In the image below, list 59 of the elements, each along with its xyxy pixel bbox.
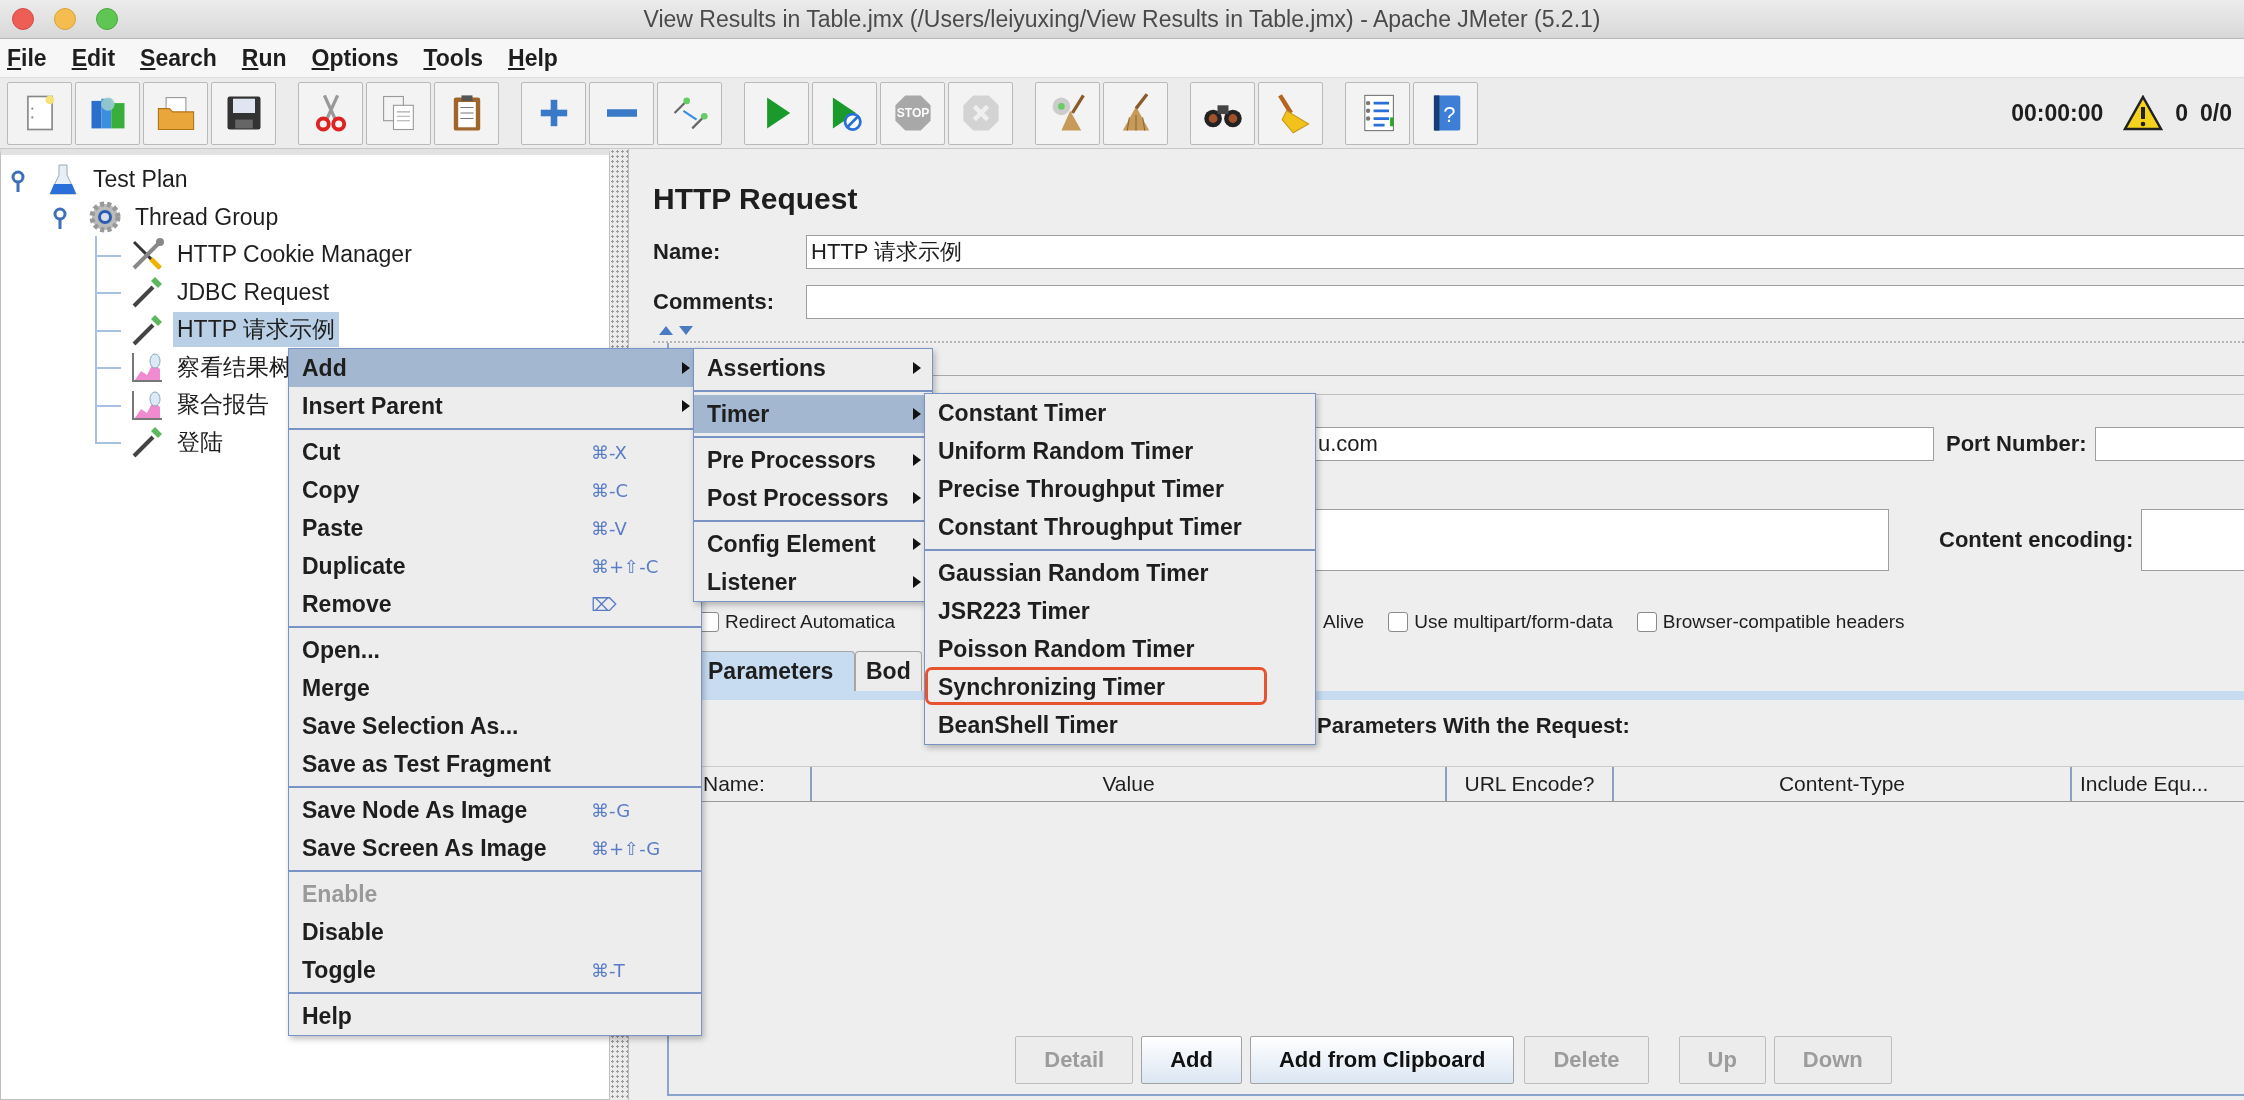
toolbar-button[interactable] xyxy=(211,81,276,145)
tree-item[interactable]: Thread Group xyxy=(131,201,283,233)
menu-item[interactable]: Poisson Random Timer xyxy=(925,630,1315,668)
menu-item[interactable]: BeanShell Timer xyxy=(925,706,1315,744)
tree-item[interactable]: 登陆 xyxy=(173,424,227,460)
menu-bar-item[interactable]: File xyxy=(7,44,47,72)
tree-item[interactable]: HTTP 请求示例 xyxy=(173,312,340,348)
menu-item[interactable]: Toggle ⌘-T xyxy=(289,951,701,989)
menu-item[interactable]: Disable xyxy=(289,913,701,951)
menu-item[interactable]: Save Selection As... xyxy=(289,707,701,745)
menu-item[interactable]: Save Node As Image ⌘-G xyxy=(289,791,701,829)
menu-bar-item[interactable]: Options xyxy=(311,44,399,72)
warning-icon xyxy=(2123,95,2164,131)
comments-field[interactable] xyxy=(806,285,2244,319)
field-label: Name: xyxy=(653,239,722,265)
field-label: Comments: xyxy=(653,289,775,315)
encoding-field[interactable] xyxy=(2141,509,2244,571)
zoom-button[interactable] xyxy=(96,8,118,30)
thread-count: 0/0 xyxy=(2200,99,2232,127)
column-header[interactable]: URL Encode? xyxy=(1447,767,1614,801)
menu-bar-item[interactable]: Tools xyxy=(423,44,484,72)
option-label: Browser-compatible headers xyxy=(1662,611,1905,633)
menu-item[interactable]: Synchronizing Timer xyxy=(925,668,1315,706)
toolbar-button[interactable] xyxy=(1190,81,1255,145)
menu-item[interactable]: Save Screen As Image ⌘+⇧-G xyxy=(289,829,701,867)
option-label: Redirect Automatica xyxy=(725,611,896,633)
column-header[interactable]: Include Equ... xyxy=(2072,767,2244,801)
column-header[interactable]: Content-Type xyxy=(1614,767,2072,801)
tree-item[interactable]: Test Plan xyxy=(89,164,192,196)
tree-item[interactable]: HTTP Cookie Manager xyxy=(173,239,416,271)
field-label: Content encoding: xyxy=(1939,527,2134,553)
menu-bar-item[interactable]: Edit xyxy=(71,44,116,72)
column-header[interactable]: Value xyxy=(812,767,1447,801)
checkbox[interactable] xyxy=(1388,612,1409,632)
minimize-button[interactable] xyxy=(54,8,76,30)
tree-item[interactable]: JDBC Request xyxy=(173,276,334,308)
menu-bar-item[interactable]: Run xyxy=(241,44,287,72)
menu-item[interactable]: Help xyxy=(289,997,701,1035)
elapsed-time: 00:00:00 xyxy=(2011,99,2104,127)
port-field[interactable] xyxy=(2094,427,2244,461)
name-field[interactable]: HTTP 请求示例 xyxy=(806,235,2244,269)
menu-item[interactable]: Save as Test Fragment xyxy=(289,745,701,783)
close-button[interactable] xyxy=(12,8,34,30)
action-button[interactable]: Add xyxy=(1141,1036,1242,1084)
panel-title: HTTP Request xyxy=(653,181,859,217)
tab[interactable]: Bod xyxy=(855,651,922,691)
section-caption: Parameters With the Request: xyxy=(1317,712,1630,740)
option-label: Use multipart/form-data xyxy=(1414,611,1613,633)
window-title: View Results in Table.jmx (/Users/leiyuxing/View Results in Table.jmx) - Apache JMeter (5.2.1) xyxy=(643,5,1601,33)
menu-bar-item[interactable]: Search xyxy=(140,44,217,72)
minus-icon xyxy=(606,109,637,117)
warning-count: 0 xyxy=(2175,99,2188,127)
field-label: Port Number: xyxy=(1946,431,2087,457)
tree-item[interactable]: 聚合报告 xyxy=(173,387,273,423)
checkbox[interactable] xyxy=(1636,612,1657,632)
action-button[interactable]: Add from Clipboard xyxy=(1249,1036,1515,1084)
menu-bar-item[interactable]: Help xyxy=(508,44,558,72)
toolbar-button[interactable]: ? xyxy=(1413,81,1478,145)
option-label: Alive xyxy=(1323,611,1365,633)
